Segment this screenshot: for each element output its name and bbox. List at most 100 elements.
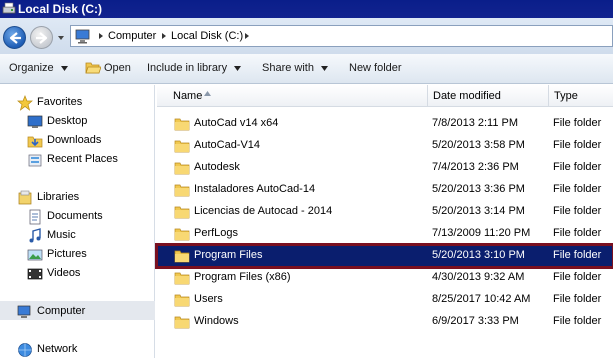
- documents-icon: [29, 209, 41, 225]
- folder-icon: [174, 206, 190, 219]
- command-bar: Organize Open Include in library Share w…: [0, 54, 613, 84]
- table-row[interactable]: Instaladores AutoCad-14 5/20/2013 3:36 P…: [157, 179, 613, 201]
- column-divider[interactable]: [548, 85, 549, 107]
- file-name: AutoCad v14 x64: [194, 117, 279, 129]
- table-row-selected[interactable]: Program Files 5/20/2013 3:10 PM File fol…: [155, 243, 613, 269]
- chevron-down-icon: [234, 66, 241, 71]
- file-name: Autodesk: [194, 161, 240, 173]
- file-list: Name Date modified Type AutoCad v14 x64 …: [155, 85, 613, 358]
- file-name: Windows: [194, 315, 239, 327]
- include-in-library-button[interactable]: Include in library: [147, 62, 227, 74]
- title-bar: Local Disk (C:): [0, 0, 613, 18]
- breadcrumb-separator-icon[interactable]: [97, 32, 105, 40]
- column-header-name[interactable]: Name: [173, 90, 202, 102]
- breadcrumb-computer[interactable]: Computer: [108, 30, 156, 42]
- folder-icon: [174, 272, 190, 285]
- arrow-right-icon: [36, 32, 48, 44]
- breadcrumb-separator-icon[interactable]: [160, 32, 168, 40]
- file-type: File folder: [553, 161, 602, 173]
- breadcrumb-separator-icon[interactable]: [243, 32, 251, 40]
- column-header-date-modified[interactable]: Date modified: [433, 90, 501, 102]
- column-header-row: Name Date modified Type: [157, 85, 613, 107]
- libraries-icon: [18, 190, 32, 205]
- pictures-icon: [27, 249, 43, 261]
- folder-icon: [174, 118, 190, 131]
- file-type: File folder: [553, 205, 602, 217]
- desktop-icon: [27, 115, 43, 128]
- arrow-left-icon: [9, 32, 21, 44]
- file-name: Users: [194, 293, 223, 305]
- table-row[interactable]: Users 8/25/2017 10:42 AM File folder: [157, 289, 613, 311]
- window-title: Local Disk (C:): [18, 2, 103, 16]
- open-button[interactable]: Open: [104, 62, 131, 74]
- star-icon: [17, 95, 33, 111]
- file-date: 5/20/2013 3:36 PM: [432, 183, 525, 195]
- file-type: File folder: [553, 293, 602, 305]
- recent-pages-dropdown-icon[interactable]: [56, 33, 66, 43]
- file-date: 5/20/2013 3:10 PM: [432, 249, 525, 261]
- music-icon: [29, 228, 41, 243]
- file-type: File folder: [553, 139, 602, 151]
- address-bar[interactable]: Computer Local Disk (C:): [70, 25, 613, 47]
- file-date: 7/13/2009 11:20 PM: [432, 227, 531, 239]
- file-date: 6/9/2017 3:33 PM: [432, 315, 519, 327]
- folder-icon: [174, 228, 190, 241]
- nav-downloads-label: Downloads: [47, 134, 102, 146]
- table-row[interactable]: Program Files (x86) 4/30/2013 9:32 AM Fi…: [157, 267, 613, 289]
- navigation-pane: Favorites Desktop Downloads Recent Place…: [0, 85, 155, 358]
- column-header-type[interactable]: Type: [554, 90, 578, 102]
- forward-button[interactable]: [30, 26, 53, 49]
- nav-network-label: Network: [37, 343, 78, 355]
- videos-icon: [27, 268, 43, 280]
- chevron-down-icon: [321, 66, 328, 71]
- column-divider[interactable]: [427, 85, 428, 107]
- recent-places-icon: [28, 154, 42, 167]
- table-row[interactable]: Autodesk 7/4/2013 2:36 PM File folder: [157, 157, 613, 179]
- file-date: 5/20/2013 3:58 PM: [432, 139, 525, 151]
- address-row: Computer Local Disk (C:): [0, 18, 613, 54]
- chevron-down-icon: [61, 66, 68, 71]
- file-type: File folder: [553, 117, 602, 129]
- table-row[interactable]: Licencias de Autocad - 2014 5/20/2013 3:…: [157, 201, 613, 223]
- back-button[interactable]: [3, 26, 26, 49]
- nav-libraries-label: Libraries: [37, 191, 80, 203]
- file-date: 4/30/2013 9:32 AM: [432, 271, 525, 283]
- drive-icon: [2, 2, 16, 14]
- file-type: File folder: [553, 227, 602, 239]
- folder-icon: [174, 140, 190, 153]
- table-row[interactable]: Windows 6/9/2017 3:33 PM File folder: [157, 311, 613, 333]
- file-type: File folder: [553, 249, 602, 261]
- file-type: File folder: [553, 271, 602, 283]
- new-folder-button[interactable]: New folder: [349, 62, 402, 74]
- folder-icon: [174, 316, 190, 329]
- nav-documents-label: Documents: [47, 210, 103, 222]
- file-type: File folder: [553, 315, 602, 327]
- downloads-icon: [27, 136, 43, 148]
- sort-ascending-icon: [204, 91, 211, 96]
- computer-icon: [17, 305, 31, 318]
- file-name: Licencias de Autocad - 2014: [194, 205, 333, 217]
- file-name: Program Files: [194, 249, 263, 261]
- open-folder-icon: [85, 62, 101, 74]
- nav-favorites-label: Favorites: [37, 96, 83, 108]
- nav-computer-label: Computer: [37, 305, 86, 317]
- file-date: 7/4/2013 2:36 PM: [432, 161, 519, 173]
- folder-icon: [174, 294, 190, 307]
- file-date: 7/8/2013 2:11 PM: [432, 117, 519, 129]
- file-name: Program Files (x86): [194, 271, 291, 283]
- network-icon: [18, 343, 32, 357]
- nav-music-label: Music: [47, 229, 76, 241]
- table-row[interactable]: PerfLogs 7/13/2009 11:20 PM File folder: [157, 223, 613, 245]
- computer-icon: [75, 29, 90, 44]
- table-row[interactable]: AutoCad-V14 5/20/2013 3:58 PM File folde…: [157, 135, 613, 157]
- breadcrumb-local-disk[interactable]: Local Disk (C:): [171, 30, 243, 42]
- file-name: AutoCad-V14: [194, 139, 261, 151]
- share-with-button[interactable]: Share with: [262, 62, 314, 74]
- nav-pictures-label: Pictures: [47, 248, 87, 260]
- table-row[interactable]: AutoCad v14 x64 7/8/2013 2:11 PM File fo…: [157, 113, 613, 135]
- nav-recent-places-label: Recent Places: [47, 153, 118, 165]
- folder-icon: [174, 250, 190, 263]
- file-name: PerfLogs: [194, 227, 239, 239]
- organize-button[interactable]: Organize: [9, 62, 54, 74]
- nav-videos-label: Videos: [47, 267, 81, 279]
